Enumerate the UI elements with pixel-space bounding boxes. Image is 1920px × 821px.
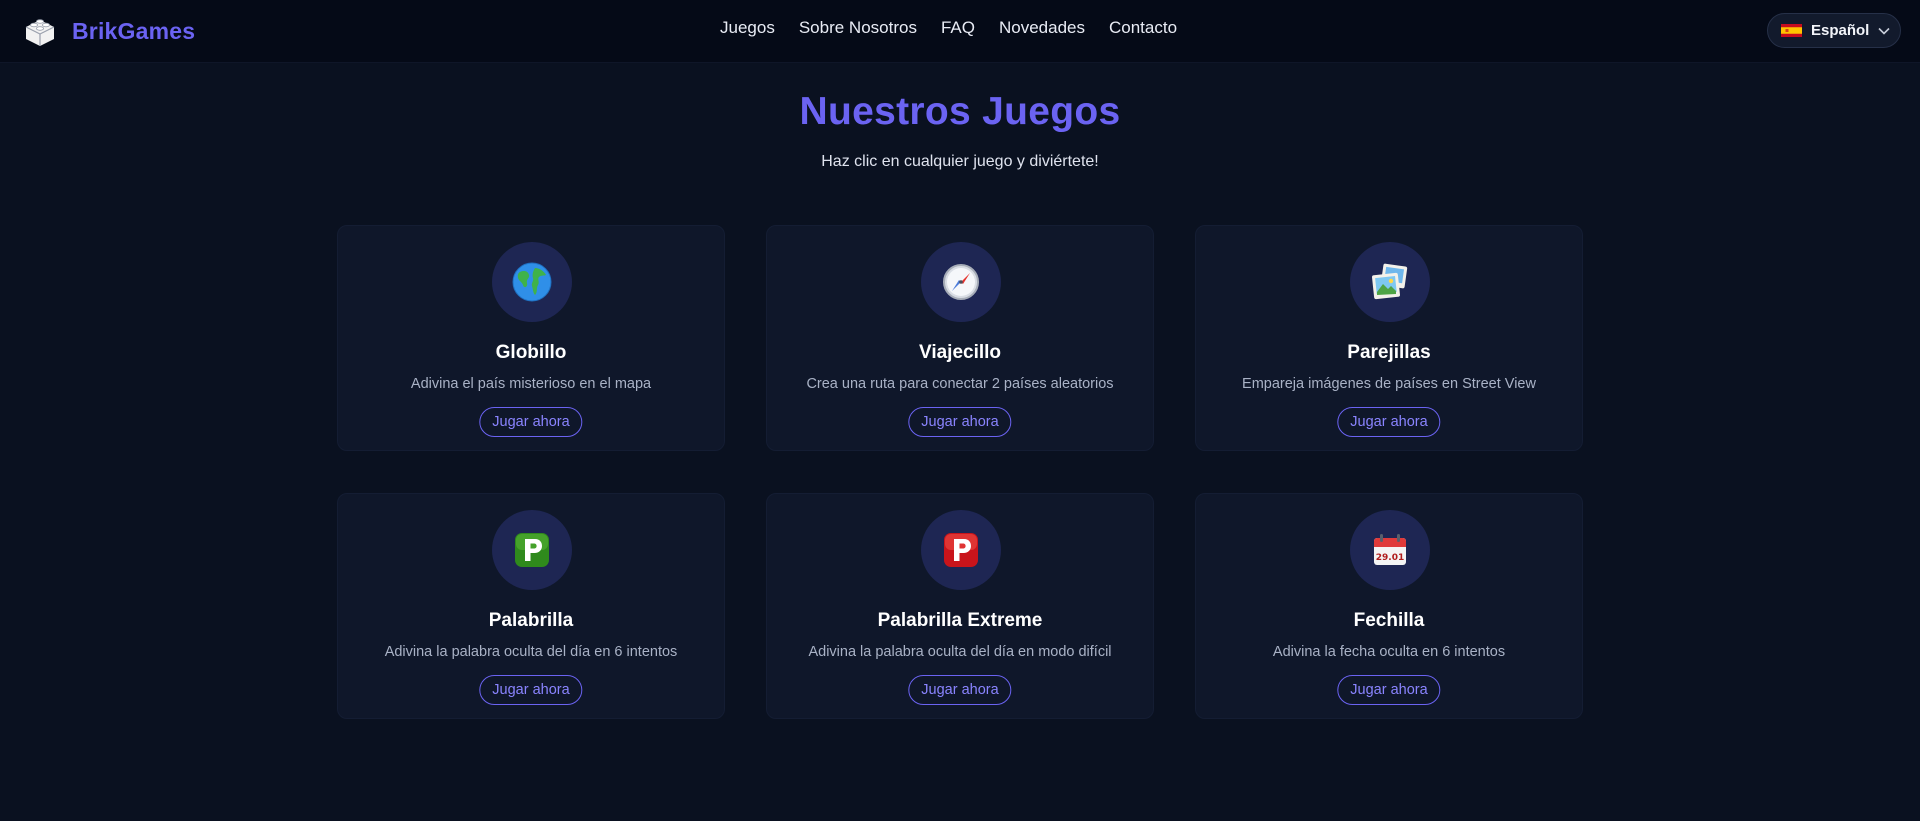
game-description: Adivina la palabra oculta del día en mod…: [808, 644, 1112, 660]
game-title: Palabrilla: [488, 610, 574, 631]
calendar-date-text: 29.01: [1376, 553, 1404, 563]
globe-icon: [512, 262, 552, 302]
play-now-button[interactable]: Jugar ahora: [1337, 675, 1441, 705]
nav-link-sobre-nosotros[interactable]: Sobre Nosotros: [799, 18, 917, 38]
green-p-icon: [515, 533, 549, 567]
red-p-icon: [944, 533, 978, 567]
pictures-icon: [1372, 263, 1408, 300]
nav-link-novedades[interactable]: Novedades: [999, 18, 1085, 38]
page-title: Nuestros Juegos: [799, 90, 1121, 133]
game-title: Parejillas: [1347, 342, 1431, 363]
game-card-globillo[interactable]: Globillo Adivina el país misterioso en e…: [337, 225, 725, 451]
play-now-button[interactable]: Jugar ahora: [479, 407, 583, 437]
game-card-parejillas[interactable]: Parejillas Empareja imágenes de países e…: [1195, 225, 1583, 451]
game-card-palabrilla-extreme[interactable]: Palabrilla Extreme Adivina la palabra oc…: [766, 493, 1154, 719]
main-navigation: Juegos Sobre Nosotros FAQ Novedades Cont…: [720, 18, 1177, 38]
game-description: Crea una ruta para conectar 2 países ale…: [806, 376, 1114, 392]
game-icon-circle: 29.01: [1350, 510, 1430, 590]
game-card-viajecillo[interactable]: Viajecillo Crea una ruta para conectar 2…: [766, 225, 1154, 451]
game-icon-circle: [921, 242, 1001, 322]
game-title: Globillo: [495, 342, 567, 363]
nav-link-contacto[interactable]: Contacto: [1109, 18, 1177, 38]
game-description: Adivina la fecha oculta en 6 intentos: [1272, 644, 1506, 660]
game-title: Fechilla: [1353, 610, 1425, 631]
game-icon-circle: [492, 242, 572, 322]
game-icon-circle: [1350, 242, 1430, 322]
language-label: Español: [1811, 22, 1870, 39]
brand-logo-link[interactable]: BrikGames: [22, 14, 195, 48]
game-title: Palabrilla Extreme: [877, 610, 1043, 631]
game-description: Empareja imágenes de países en Street Vi…: [1242, 376, 1536, 392]
game-title: Viajecillo: [918, 342, 1002, 363]
spain-flag-icon: [1781, 24, 1802, 37]
game-description: Adivina el país misterioso en el mapa: [410, 376, 652, 392]
page-subtitle: Haz clic en cualquier juego y diviértete…: [821, 153, 1099, 170]
game-icon-circle: [921, 510, 1001, 590]
nav-link-juegos[interactable]: Juegos: [720, 18, 775, 38]
play-now-button[interactable]: Jugar ahora: [1337, 407, 1441, 437]
play-now-button[interactable]: Jugar ahora: [908, 675, 1012, 705]
game-card-palabrilla[interactable]: Palabrilla Adivina la palabra oculta del…: [337, 493, 725, 719]
game-description: Adivina la palabra oculta del día en 6 i…: [384, 644, 678, 660]
calendar-icon: 29.01: [1374, 534, 1406, 565]
play-now-button[interactable]: Jugar ahora: [479, 675, 583, 705]
brand-name: BrikGames: [72, 17, 196, 44]
compass-icon: [943, 264, 979, 300]
game-icon-circle: [492, 510, 572, 590]
play-now-button[interactable]: Jugar ahora: [908, 407, 1012, 437]
game-card-fechilla[interactable]: 29.01 Fechilla Adivina la fecha oculta e…: [1195, 493, 1583, 719]
chevron-down-icon: [1878, 27, 1890, 35]
top-navbar: BrikGames Juegos Sobre Nosotros FAQ Nove…: [0, 0, 1920, 63]
lego-brick-icon: [25, 19, 55, 46]
language-selector[interactable]: Español: [1767, 13, 1901, 48]
nav-link-faq[interactable]: FAQ: [941, 18, 975, 38]
